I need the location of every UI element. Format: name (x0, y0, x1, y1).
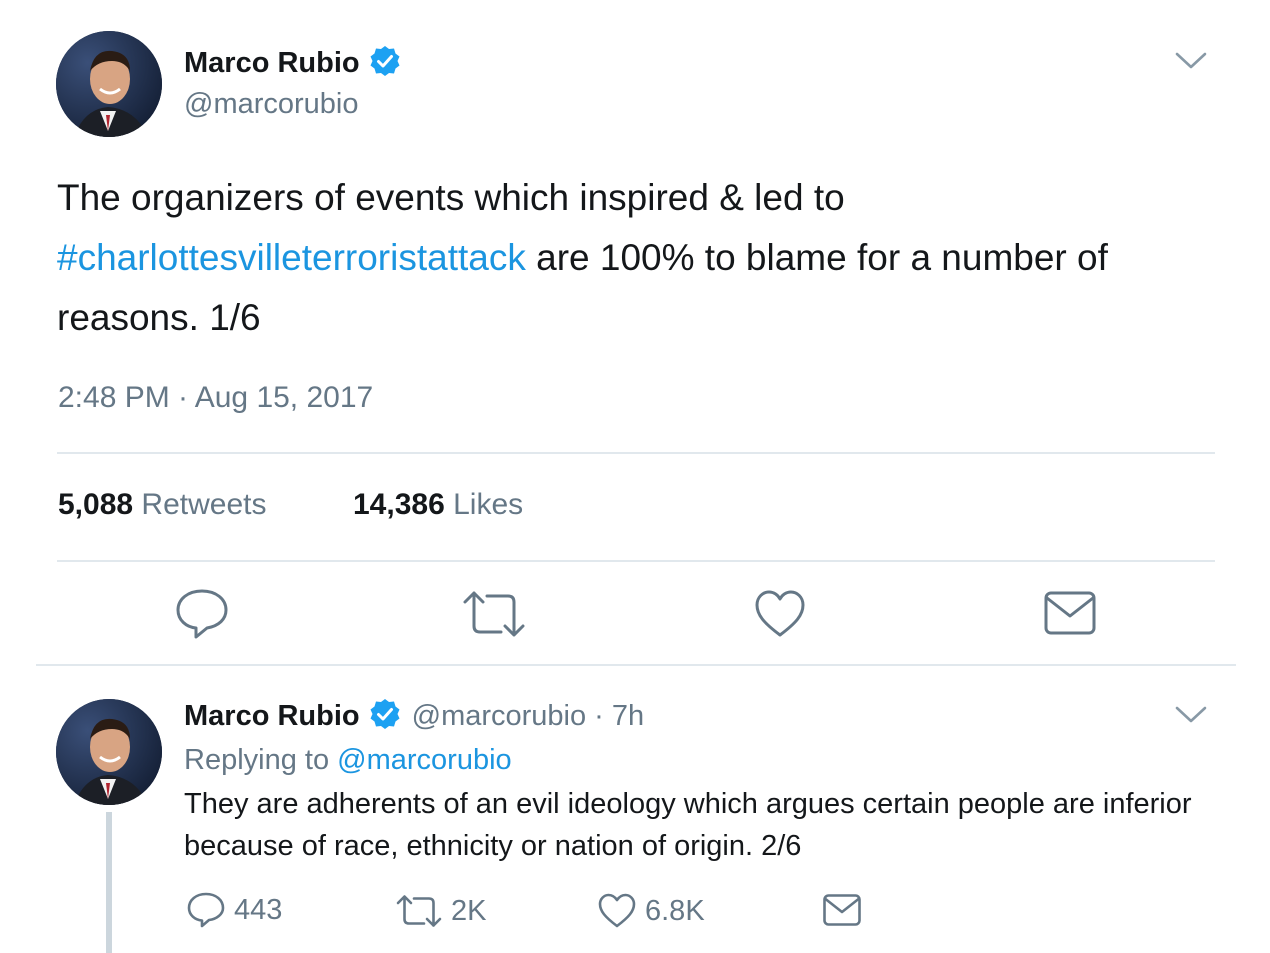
heart-icon[interactable] (753, 588, 807, 645)
thread-line (106, 812, 112, 953)
retweet-count: 5,088 (58, 488, 134, 521)
tweet-text-start: The organizers of events which inspired … (57, 177, 845, 218)
author-handle[interactable]: @marcorubio (184, 88, 359, 121)
reply-count: 443 (234, 893, 283, 926)
divider (57, 452, 1215, 454)
hashtag-link[interactable]: #charlottesvilleterroristattack (57, 237, 526, 278)
like-action[interactable]: 6.8K (597, 892, 705, 930)
reply-author-handle[interactable]: @marcorubio (412, 700, 587, 733)
retweet-icon[interactable] (461, 588, 527, 645)
avatar[interactable] (56, 699, 162, 805)
heart-icon (598, 893, 636, 928)
envelope-icon (823, 894, 861, 926)
replying-to-prefix: Replying to (184, 744, 330, 776)
retweet-label: Retweets (141, 488, 267, 521)
avatar[interactable] (56, 31, 162, 137)
chevron-down-icon[interactable] (1172, 46, 1210, 79)
chevron-down-icon[interactable] (1172, 700, 1210, 733)
divider (36, 664, 1236, 666)
retweet-icon (396, 895, 442, 927)
author-name[interactable]: Marco Rubio (184, 47, 360, 80)
replying-to-link[interactable]: @marcorubio (337, 744, 512, 776)
like-count: 14,386 (353, 488, 445, 521)
reply-action[interactable]: 443 (186, 891, 282, 929)
verified-badge-icon (368, 697, 402, 736)
like-count: 6.8K (645, 894, 705, 927)
reply-icon (187, 892, 225, 928)
tweet-text: The organizers of events which inspired … (57, 168, 1227, 348)
verified-badge-icon (368, 44, 402, 83)
envelope-icon[interactable] (1043, 589, 1097, 642)
reply-text: They are adherents of an evil ideology w… (184, 788, 1192, 862)
reply-time[interactable]: · 7h (594, 700, 644, 733)
tweet-timestamp[interactable]: 2:48 PM · Aug 15, 2017 (58, 381, 373, 415)
reply-author-name[interactable]: Marco Rubio (184, 700, 360, 733)
retweet-stats[interactable]: 5,088 Retweets (58, 488, 266, 522)
divider (57, 560, 1215, 562)
replying-to: Replying to @marcorubio (184, 744, 512, 777)
like-label: Likes (453, 488, 524, 521)
share-action[interactable] (822, 893, 870, 927)
retweet-action[interactable]: 2K (395, 893, 486, 929)
retweet-count: 2K (451, 894, 487, 927)
reply-icon[interactable] (173, 586, 231, 647)
like-stats[interactable]: 14,386 Likes (353, 488, 523, 522)
